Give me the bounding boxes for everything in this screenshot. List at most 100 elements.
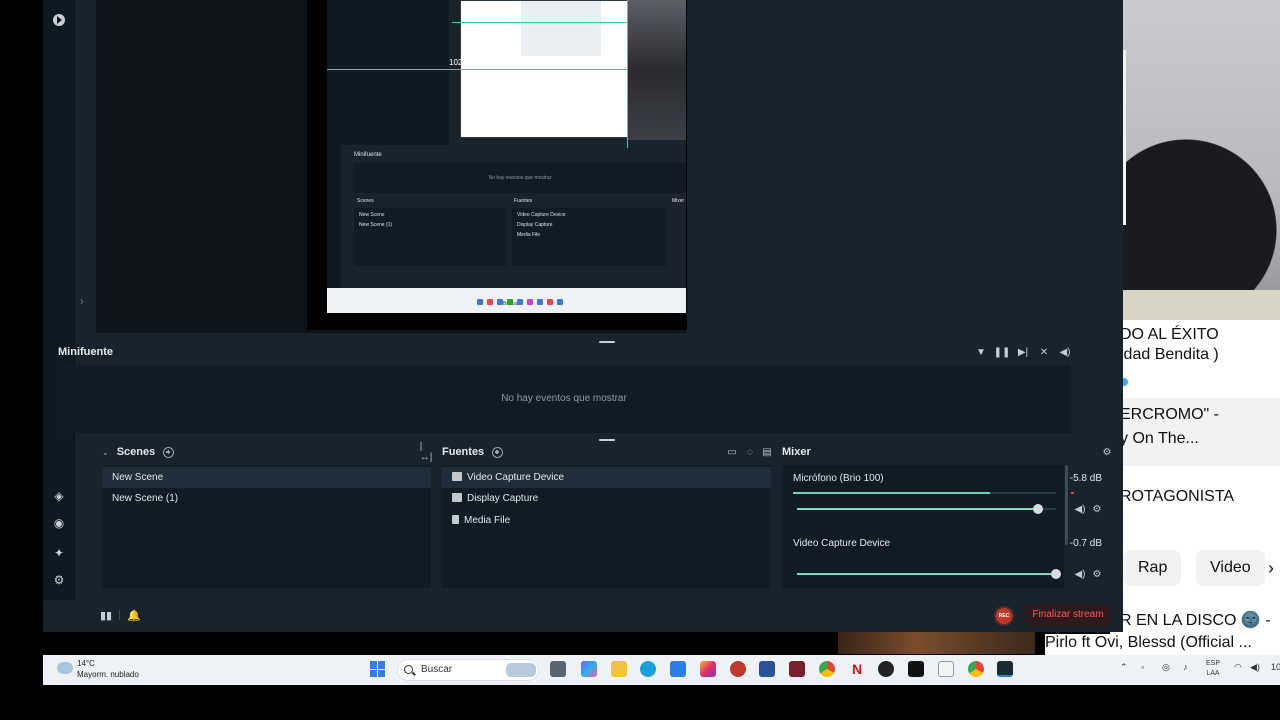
language-indicator[interactable]: ESP LAA (1204, 659, 1222, 679)
scene-item[interactable]: New Scene (102, 467, 431, 488)
sparkle-icon[interactable]: ✦ (51, 545, 67, 561)
editor-icon[interactable]: ◈ (51, 488, 67, 504)
speaker-icon[interactable]: ◀) (1074, 568, 1086, 580)
chip-rap[interactable]: Rap (1124, 550, 1182, 586)
nested-source-1: Video Capture Device (517, 212, 566, 218)
chip-video[interactable]: Video (1196, 550, 1265, 586)
bell-icon[interactable]: 🔔 (127, 609, 141, 622)
taskbar-search[interactable]: Buscar (397, 659, 539, 681)
add-scene-icon[interactable] (163, 446, 175, 458)
file-explorer-icon[interactable] (611, 661, 627, 677)
search-icon (404, 665, 413, 674)
document-icon[interactable] (938, 661, 954, 677)
clock-partial[interactable]: 10 (1271, 662, 1280, 672)
obs-taskbar-icon[interactable] (997, 661, 1013, 677)
themes-icon[interactable]: ◉ (51, 515, 67, 531)
skip-icon[interactable]: ▶| (1017, 346, 1029, 358)
search-highlight-image (506, 663, 536, 677)
chrome-profile-icon[interactable] (968, 661, 984, 677)
video-title-2a[interactable]: ERCROMO" - (1120, 406, 1219, 424)
copilot-icon[interactable] (581, 661, 597, 677)
upwork-icon[interactable] (878, 661, 894, 677)
guide-line (327, 69, 628, 70)
nested-docks: Scenes Fuentes Mixer New Scene New Scene… (354, 198, 686, 268)
source-label: Media File (464, 515, 511, 526)
scene-label: New Scene (112, 472, 164, 483)
resize-handle[interactable] (599, 341, 615, 343)
tray-icon-1[interactable]: ▫ (1141, 662, 1144, 672)
video-title-1a[interactable]: DO AL ÉXITO (1120, 326, 1219, 344)
left-toolbar (43, 0, 75, 632)
empty-events-message: No hay eventos que mostrar (501, 393, 627, 404)
video-title-4a[interactable]: R EN LA DISCO 🌚 - (1120, 610, 1271, 630)
video-title-2b[interactable]: y On The... (1120, 430, 1199, 448)
scene-transition-icon[interactable]: |↔| (420, 441, 433, 463)
minifuente-events: No hay eventos que mostrar (58, 365, 1070, 433)
store-icon[interactable] (670, 661, 686, 677)
volume-slider-knob[interactable] (1051, 569, 1061, 579)
terminal-icon[interactable] (908, 661, 924, 677)
pause-icon[interactable]: ❚❚ (994, 346, 1011, 358)
chevron-right-icon[interactable]: › (1268, 558, 1274, 579)
play-icon[interactable] (51, 12, 67, 28)
scene-label: New Scene (1) (112, 493, 179, 504)
app-icon-red[interactable] (730, 661, 746, 677)
nested-sources-title: Fuentes (514, 198, 533, 204)
folder-icon[interactable]: ▤ (761, 446, 773, 458)
video-thumbnail[interactable] (838, 632, 1035, 654)
volume-slider-knob[interactable] (1033, 504, 1043, 514)
end-stream-button[interactable]: Finalizar stream (1025, 604, 1111, 626)
nested-scene-1: New Scene (359, 212, 385, 218)
scene-item[interactable]: New Scene (1) (102, 488, 431, 509)
add-source-icon[interactable] (492, 446, 504, 458)
nested-mini-events: No hay eventos que mostrar (354, 163, 686, 193)
source-label: Video Capture Device (467, 472, 565, 483)
video-title-4b[interactable]: Pirlo ft Ovi, Blessd (Official ... (1045, 634, 1280, 655)
gear-icon[interactable]: ⚙ (1091, 568, 1103, 580)
tray-icon-2[interactable]: ◎ (1162, 662, 1170, 673)
wifi-icon[interactable]: ◠ (1234, 662, 1242, 673)
weather-widget[interactable]: 14°C Mayorm. nublado (55, 657, 155, 683)
nested-photo (628, 0, 686, 140)
nested-scene-2: New Scene (1) (359, 222, 393, 228)
source-layout-icon[interactable]: ▭ (726, 446, 738, 458)
video-title-1b[interactable]: idad Bendita ) (1120, 346, 1219, 364)
source-item[interactable]: Media File (442, 510, 771, 531)
source-item[interactable]: Video Capture Device (442, 467, 771, 488)
mixer-channel-name: Micrófono (Brio 100) (793, 473, 884, 484)
video-title-3[interactable]: ROTAGONISTA (1120, 488, 1234, 506)
speaker-icon[interactable]: ◀) (1074, 503, 1086, 515)
video-editor-icon[interactable] (789, 661, 805, 677)
edge-icon[interactable] (640, 661, 656, 677)
nested-mini-title: Minifuente (354, 152, 382, 158)
record-button[interactable]: REC (994, 606, 1014, 626)
chrome-icon[interactable] (819, 661, 835, 677)
scenes-title: Scenes (116, 446, 156, 458)
chevron-right-icon[interactable]: › (80, 296, 84, 308)
volume-icon[interactable]: ◀) (1250, 662, 1260, 673)
instagram-icon[interactable] (700, 661, 716, 677)
youtube-page: DO AL ÉXITO idad Bendita ) ERCROMO" - y … (1110, 320, 1280, 685)
lang-layout: LAA (1206, 670, 1220, 677)
source-item[interactable]: Display Capture (442, 488, 771, 509)
microphone-icon[interactable]: ♪ (1183, 662, 1188, 672)
shield-icon[interactable] (759, 661, 775, 677)
settings-icon[interactable]: ⚙ (51, 572, 67, 588)
mute-alerts-icon[interactable]: ✕ (1038, 346, 1050, 358)
hide-icon[interactable]: ◌ (744, 446, 756, 458)
file-icon (452, 515, 459, 524)
netflix-icon[interactable]: N (849, 661, 865, 677)
gear-icon[interactable]: ⚙ (1091, 503, 1103, 515)
resize-handle[interactable] (599, 439, 615, 441)
nested-preview-image: 1029 px Minifuente No hay eventos que mo… (327, 0, 686, 313)
mixer-settings-icon[interactable]: ⚙ (1101, 446, 1113, 458)
task-view-icon[interactable] (550, 661, 566, 677)
filter-icon[interactable]: ▼ (975, 346, 987, 358)
peak-indicator (1071, 492, 1074, 494)
nested-source-2: Display Capture (517, 222, 553, 228)
chevron-up-icon[interactable]: ⌃ (1120, 662, 1128, 673)
windows-start-icon[interactable] (370, 661, 386, 677)
volume-icon[interactable]: ◀) (1059, 346, 1071, 358)
stats-icon[interactable]: ▮▮ (100, 609, 112, 622)
collapse-icon[interactable]: ⌄ (102, 448, 109, 457)
